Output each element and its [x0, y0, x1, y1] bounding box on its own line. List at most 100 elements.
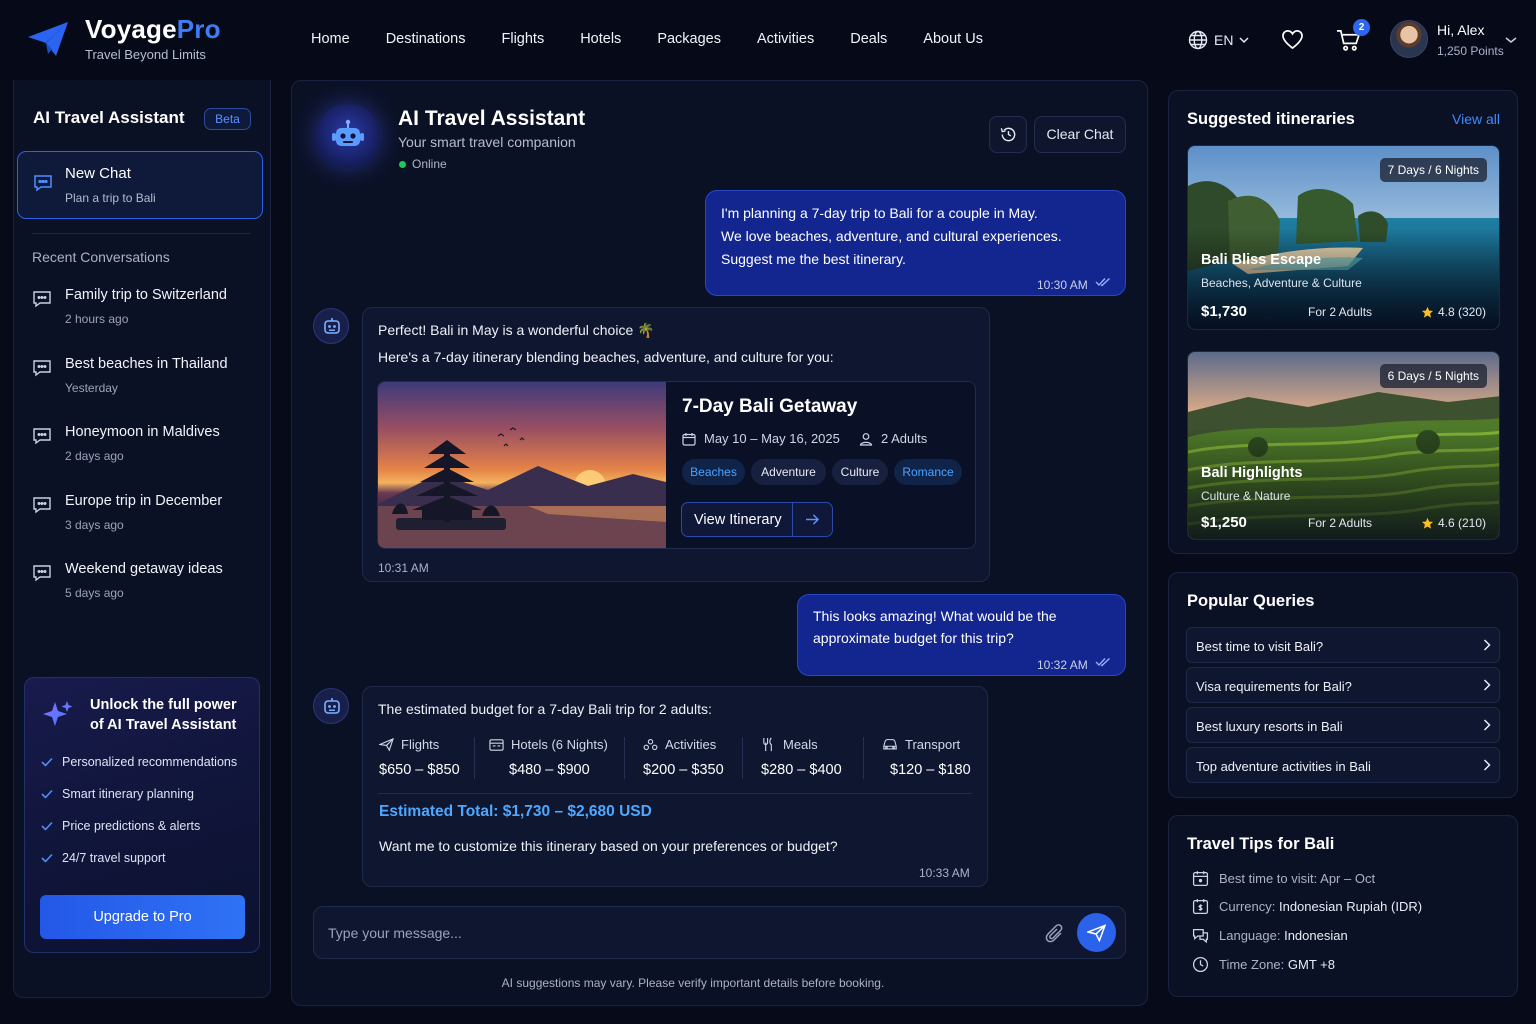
chat-bubble-icon [33, 565, 51, 582]
budget-value: $200 – $350 [643, 762, 724, 778]
tag-chip[interactable]: Culture [832, 459, 888, 485]
popular-query-item[interactable]: Best time to visit Bali? [1186, 627, 1500, 663]
estimated-total: Estimated Total: $1,730 – $2,680 USD [379, 803, 652, 820]
promo-feature: Personalized recommendations [41, 755, 237, 769]
paperclip-icon[interactable] [1045, 923, 1065, 945]
view-itinerary-button[interactable]: View Itinerary [681, 502, 833, 537]
paper-plane-logo-icon[interactable] [26, 20, 70, 58]
robot-icon [324, 318, 340, 334]
conversation-item[interactable]: Family trip to Switzerland 2 hours ago [32, 287, 262, 337]
temple-sunset-image [378, 382, 666, 548]
budget-item-transport: Transport [882, 737, 960, 752]
robot-icon [324, 698, 340, 714]
chevron-right-icon [1483, 639, 1491, 651]
itinerary-description: Culture & Nature [1201, 489, 1291, 503]
nav-home[interactable]: Home [311, 31, 350, 47]
brand-name[interactable]: VoyagePro [85, 14, 221, 45]
clear-chat-button[interactable]: Clear Chat [1034, 116, 1126, 153]
send-button[interactable] [1077, 913, 1116, 952]
popular-queries-heading: Popular Queries [1187, 592, 1315, 610]
duration-badge: 7 Days / 6 Nights [1379, 158, 1487, 182]
user-menu-chevron-icon[interactable] [1505, 35, 1517, 45]
new-chat-title: New Chat [65, 165, 131, 182]
budget-value: $280 – $400 [761, 762, 842, 778]
user-avatar[interactable] [1390, 20, 1428, 58]
upgrade-promo-card: Unlock the full power of AI Travel Assis… [24, 677, 260, 953]
online-status: Online [399, 157, 447, 171]
check-icon [41, 757, 53, 767]
online-dot-icon [399, 160, 406, 168]
message-line: approximate budget for this trip? [813, 630, 1014, 646]
upgrade-to-pro-button[interactable]: Upgrade to Pro [40, 895, 245, 939]
promo-heading: Unlock the full power of AI Travel Assis… [90, 697, 237, 733]
nav-hotels[interactable]: Hotels [580, 31, 621, 47]
currency-icon [1192, 899, 1209, 915]
conversation-title: Honeymoon in Maldives [65, 424, 220, 440]
plane-icon [379, 737, 394, 752]
beta-badge: Beta [204, 108, 251, 130]
conversation-item[interactable]: Best beaches in Thailand Yesterday [32, 356, 262, 406]
tag-chip[interactable]: Adventure [751, 459, 826, 485]
divider [624, 737, 625, 779]
conversation-item[interactable]: Europe trip in December 3 days ago [32, 493, 262, 543]
history-button[interactable] [989, 116, 1027, 153]
divider [863, 737, 864, 779]
tag-chip[interactable]: Romance [894, 459, 962, 485]
check-icon [41, 821, 53, 831]
history-icon [1000, 127, 1016, 142]
itinerary-title: 7-Day Bali Getaway [682, 396, 858, 417]
user-points: 1,250 Points [1437, 44, 1504, 58]
budget-value: $650 – $850 [379, 762, 460, 778]
double-check-icon [1095, 657, 1110, 667]
chat-title: AI Travel Assistant [398, 107, 586, 130]
view-all-link[interactable]: View all [1452, 111, 1500, 127]
conversation-time: 5 days ago [65, 586, 124, 600]
tag-chip[interactable]: Beaches [682, 459, 745, 485]
nav-activities[interactable]: Activities [757, 31, 814, 47]
conversation-item[interactable]: Honeymoon in Maldives 2 days ago [32, 424, 262, 474]
button-divider [792, 503, 793, 536]
conversation-title: Best beaches in Thailand [65, 356, 228, 372]
language-selector[interactable]: EN [1188, 30, 1249, 50]
message-line: Want me to customize this itinerary base… [379, 838, 838, 854]
arrow-right-icon [806, 514, 820, 525]
chat-bubble-icon [33, 428, 51, 445]
message-line: The estimated budget for a 7-day Bali tr… [378, 701, 712, 717]
assistant-avatar-small [313, 688, 349, 724]
itinerary-suggestion-card[interactable]: 6 Days / 5 Nights Bali Highlights Cultur… [1187, 351, 1500, 540]
conversation-item[interactable]: Weekend getaway ideas 5 days ago [32, 561, 262, 611]
popular-query-item[interactable]: Best luxury resorts in Bali [1186, 707, 1500, 743]
itinerary-suggestion-card[interactable]: 7 Days / 6 Nights Bali Bliss Escape Beac… [1187, 145, 1500, 330]
nav-flights[interactable]: Flights [501, 31, 544, 47]
calendar-icon [1192, 871, 1209, 887]
conversation-time: 2 hours ago [65, 312, 129, 326]
popular-query-item[interactable]: Top adventure activities in Bali [1186, 747, 1500, 783]
calendar-icon [682, 432, 696, 446]
nav-deals[interactable]: Deals [850, 31, 887, 47]
assistant-avatar [316, 104, 380, 168]
message-line: Suggest me the best itinerary. [721, 251, 906, 267]
itineraries-heading: Suggested itineraries [1187, 110, 1355, 128]
nav-about-us[interactable]: About Us [923, 31, 983, 47]
message-input[interactable] [328, 922, 1028, 944]
nav-packages[interactable]: Packages [657, 31, 721, 47]
popular-query-item[interactable]: Visa requirements for Bali? [1186, 667, 1500, 703]
car-icon [883, 739, 897, 750]
itinerary-price: $1,250 [1201, 514, 1247, 531]
budget-item-meals: Meals [761, 737, 818, 752]
conversation-title: Weekend getaway ideas [65, 561, 223, 577]
user-greeting[interactable]: Hi, Alex [1437, 22, 1484, 38]
heart-icon[interactable] [1281, 29, 1304, 50]
new-chat-button[interactable]: New Chat Plan a trip to Bali [17, 151, 263, 219]
message-time: 10:32 AM [1037, 658, 1088, 672]
message-line: I'm planning a 7-day trip to Bali for a … [721, 205, 1038, 221]
double-check-icon [1095, 277, 1110, 287]
itinerary-name: Bali Bliss Escape [1201, 252, 1322, 268]
nav-destinations[interactable]: Destinations [386, 31, 466, 47]
promo-feature: Price predictions & alerts [41, 819, 200, 833]
chat-subtitle: Your smart travel companion [398, 134, 576, 150]
chevron-down-icon [1239, 37, 1249, 44]
duration-badge: 6 Days / 5 Nights [1379, 364, 1487, 388]
itinerary-rating: 4.6 (210) [1421, 516, 1486, 530]
conversation-time: Yesterday [65, 381, 118, 395]
